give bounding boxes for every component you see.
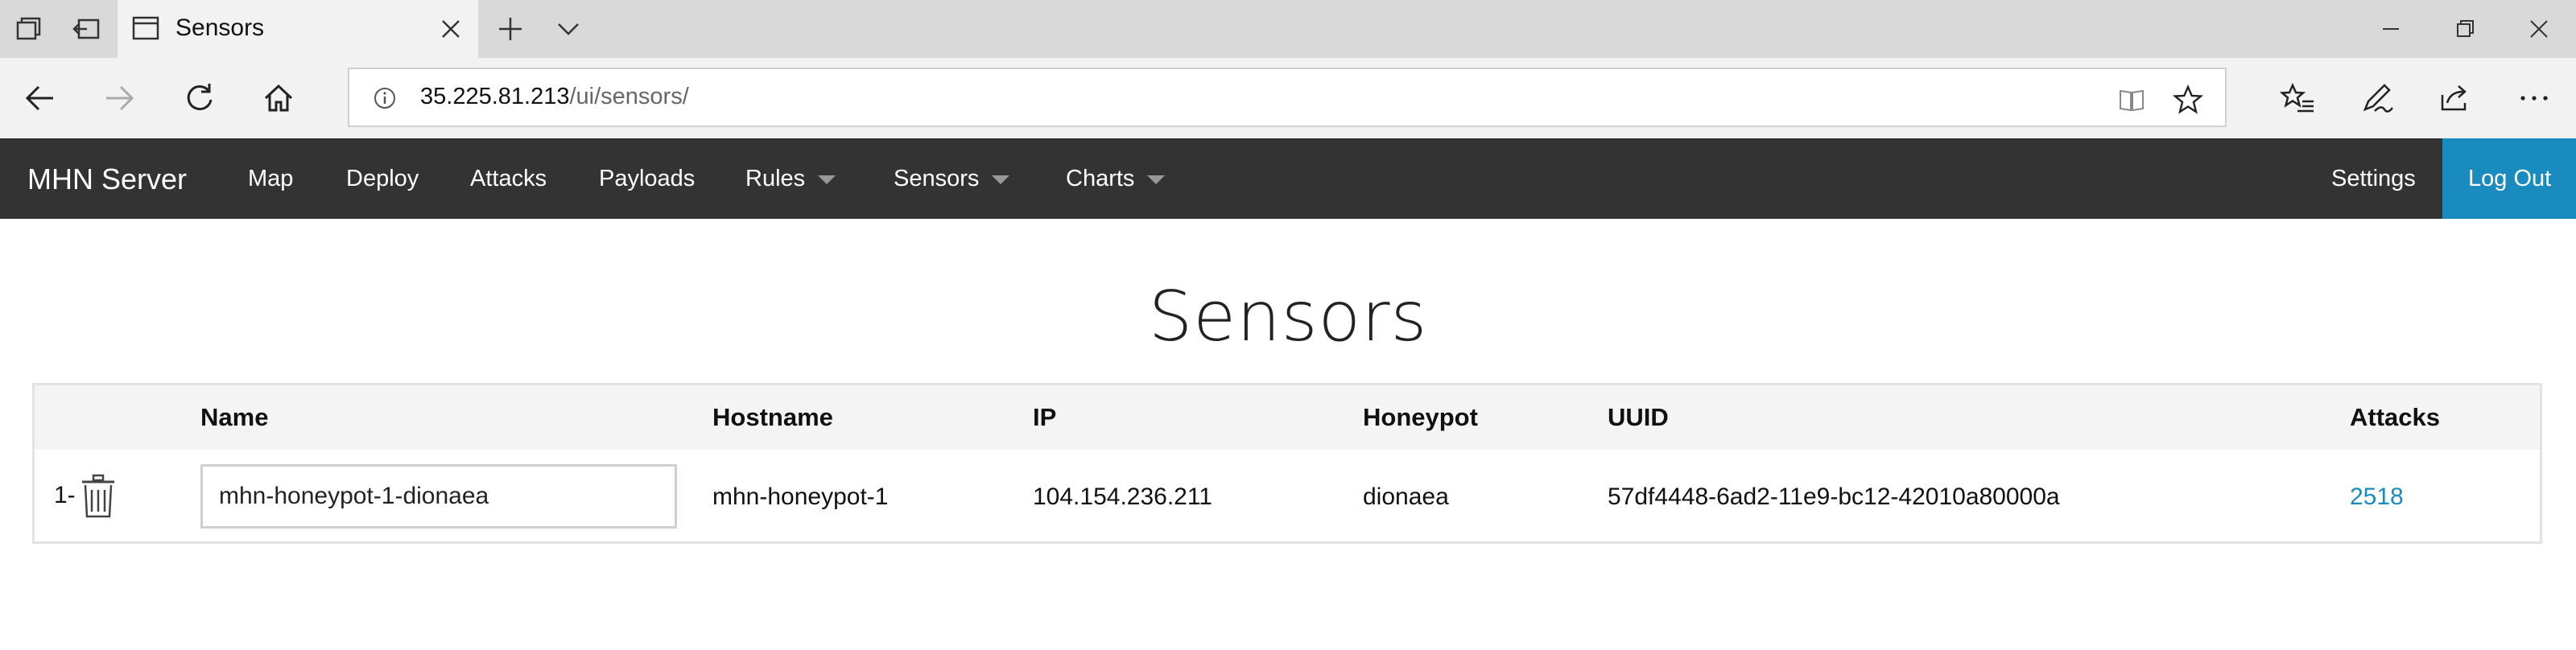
caret-down-icon	[992, 175, 1010, 184]
favorites-icon[interactable]	[2278, 79, 2317, 117]
home-icon[interactable]	[259, 79, 298, 117]
cell-honeypot: dionaea	[1363, 483, 1449, 510]
pen-icon[interactable]	[2357, 79, 2396, 117]
address-bar[interactable]: 35.225.81.213/ui/sensors/	[348, 68, 2227, 127]
nav-map[interactable]: Map	[248, 166, 293, 192]
trash-icon[interactable]	[80, 474, 117, 519]
sensor-name-input[interactable]	[200, 464, 677, 529]
more-icon[interactable]	[2515, 79, 2553, 117]
nav-settings[interactable]: Settings	[2331, 166, 2416, 192]
cell-ip: 104.154.236.211	[1033, 483, 1212, 510]
cell-uuid: 57df4448-6ad2-11e9-bc12-42010a80000a	[1608, 483, 2060, 510]
header-uuid: UUID	[1608, 403, 1669, 431]
url-host: 35.225.81.213	[420, 84, 570, 109]
cell-hostname: mhn-honeypot-1	[712, 483, 889, 510]
brand-link[interactable]: MHN Server	[27, 162, 187, 196]
nav-rules-dropdown[interactable]: Rules	[745, 166, 836, 192]
header-hostname: Hostname	[712, 403, 833, 431]
logout-label: Log Out	[2468, 166, 2552, 191]
tab-list-chevron-icon[interactable]	[552, 13, 584, 45]
page-icon	[132, 16, 159, 40]
attacks-count-link[interactable]: 2518	[2350, 483, 2404, 510]
reading-view-icon[interactable]	[2116, 84, 2148, 116]
close-window-icon[interactable]	[2521, 11, 2557, 47]
nav-charts-label: Charts	[1066, 166, 1135, 191]
nav-attacks[interactable]: Attacks	[470, 166, 547, 192]
url-text: 35.225.81.213/ui/sensors/	[420, 84, 689, 110]
page-title: Sensors	[1148, 277, 1428, 357]
caret-down-icon	[818, 175, 836, 184]
site-navbar: MHN Server Map Deploy Attacks Payloads R…	[0, 138, 2576, 219]
table-header: Name Hostname IP Honeypot UUID Attacks	[35, 385, 2540, 450]
forward-arrow-icon[interactable]	[100, 79, 138, 117]
nav-sensors-dropdown[interactable]: Sensors	[894, 166, 1010, 192]
nav-deploy[interactable]: Deploy	[346, 166, 419, 192]
nav-sensors-label: Sensors	[894, 166, 980, 191]
logout-button[interactable]: Log Out	[2442, 138, 2576, 219]
header-name: Name	[200, 403, 269, 431]
site-info-icon[interactable]	[372, 85, 398, 111]
refresh-icon[interactable]	[180, 79, 219, 117]
nav-rules-label: Rules	[745, 166, 806, 191]
browser-toolbar: 35.225.81.213/ui/sensors/	[0, 58, 2576, 138]
back-arrow-icon[interactable]	[21, 79, 60, 117]
tab-title: Sensors	[175, 14, 265, 41]
header-attacks: Attacks	[2350, 403, 2440, 431]
nav-payloads[interactable]: Payloads	[599, 166, 695, 192]
minimize-icon[interactable]	[2373, 11, 2409, 47]
row-index: 1-	[54, 482, 76, 508]
header-ip: IP	[1033, 403, 1057, 431]
caret-down-icon	[1147, 175, 1166, 184]
browser-tab[interactable]: Sensors	[118, 0, 478, 58]
browser-tab-strip: Sensors	[0, 0, 2576, 58]
set-aside-tabs-icon[interactable]	[71, 13, 103, 45]
close-tab-icon[interactable]	[435, 13, 467, 45]
new-tab-icon[interactable]	[494, 13, 526, 45]
header-honeypot: Honeypot	[1363, 403, 1478, 431]
cell-attacks: 2518	[2350, 483, 2404, 511]
share-icon[interactable]	[2436, 79, 2475, 117]
restore-icon[interactable]	[2447, 11, 2483, 47]
url-path: /ui/sensors/	[569, 84, 689, 109]
tab-actions-icon[interactable]	[13, 13, 45, 45]
sensors-table: Name Hostname IP Honeypot UUID Attacks 1…	[32, 383, 2542, 544]
favorite-star-icon[interactable]	[2172, 84, 2204, 116]
nav-charts-dropdown[interactable]: Charts	[1066, 166, 1166, 192]
